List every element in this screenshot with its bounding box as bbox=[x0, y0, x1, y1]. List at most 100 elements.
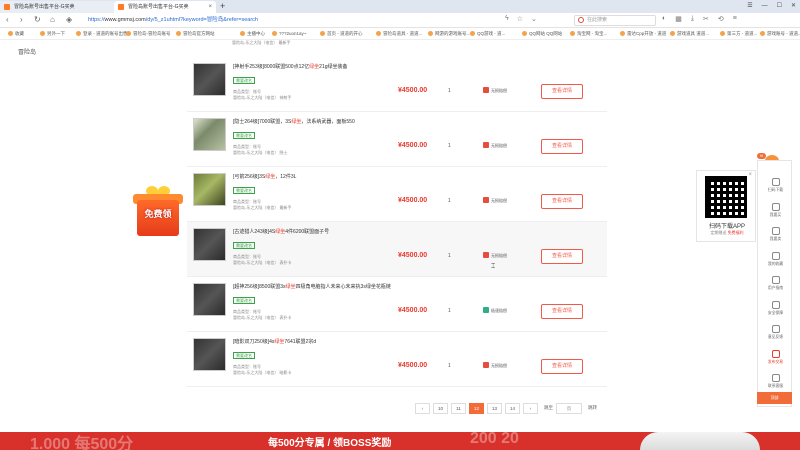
sidebar-item[interactable]: 我要买 bbox=[758, 200, 793, 224]
top-meta: 冒险岛-乐之大陆（电信） 最新手 bbox=[232, 40, 291, 45]
bookmark-item[interactable]: 淘宝网 - 淘宝... bbox=[570, 30, 607, 37]
sidebar-item[interactable]: 意见反馈 bbox=[758, 322, 793, 346]
prev-page-button[interactable]: ‹ bbox=[415, 403, 430, 414]
bookmark-item[interactable]: 网游的游戏账号... bbox=[428, 30, 470, 37]
forward-icon[interactable]: › bbox=[20, 15, 23, 24]
bookmark-item[interactable]: 主播中心 bbox=[240, 30, 265, 37]
bookmark-item[interactable]: 第三方 - 道道... bbox=[720, 30, 757, 37]
history-icon[interactable]: ⟲ bbox=[718, 15, 724, 23]
listing-row[interactable]: [超神256级]8500联盟3s绿坐四极角电脑指人未来心未来执3s绿坐花瓶链 需要… bbox=[187, 277, 607, 332]
tab-close-icon[interactable]: × bbox=[208, 1, 212, 13]
next-page-button[interactable]: › bbox=[523, 403, 538, 414]
sidebar-item[interactable]: 用户指南 bbox=[758, 273, 793, 297]
sidebar-item[interactable]: 安全保障 bbox=[758, 298, 793, 322]
listing-title[interactable]: [超神256级]8500联盟3s绿坐四极角电脑指人未来心未来执3s绿坐花瓶链 bbox=[233, 284, 403, 291]
tab-inactive[interactable]: 冒险岛账号出售平台-G买卖 bbox=[0, 1, 114, 13]
page-button[interactable]: 11 bbox=[451, 403, 466, 414]
listing-quantity: 1 bbox=[448, 308, 451, 314]
bookmark-favicon-icon bbox=[720, 31, 725, 36]
extension-icon[interactable]: ◐ bbox=[662, 15, 666, 23]
bookmark-item[interactable]: 冒险岛官方网站 bbox=[176, 30, 215, 37]
listing-title[interactable]: [神射手253级]8000联盟500点12亿绿坐21g绿坐装备 bbox=[233, 64, 403, 71]
qr-close-icon[interactable]: × bbox=[748, 172, 752, 178]
listing-title[interactable]: [弓箭256级]3S绿坐，12件3L bbox=[233, 174, 403, 181]
sidebar-item[interactable]: 我要卖 bbox=[758, 224, 793, 248]
download-icon[interactable]: ⤓ bbox=[691, 15, 694, 23]
more-icon[interactable]: ≡ bbox=[733, 15, 737, 23]
listing-thumbnail[interactable] bbox=[193, 63, 226, 96]
close-window-icon[interactable]: ✕ bbox=[791, 0, 796, 13]
bookmark-item[interactable]: QQ游戏 - 道... bbox=[470, 30, 505, 37]
home-icon[interactable]: ⌂ bbox=[50, 15, 55, 24]
bookmark-label: 网游的游戏账号... bbox=[435, 31, 471, 36]
page-button[interactable]: 10 bbox=[433, 403, 448, 414]
grid-icon[interactable]: ▦ bbox=[675, 15, 682, 23]
listing-thumbnail[interactable] bbox=[193, 173, 226, 206]
page-button[interactable]: 13 bbox=[487, 403, 502, 414]
view-details-button[interactable]: 查看详情 bbox=[541, 84, 583, 99]
qr-code bbox=[705, 176, 747, 218]
sidebar-item-label: 安全保障 bbox=[767, 310, 784, 315]
listing-title[interactable]: [暗影双刀250级]4s绿坐7641联盟2宗d bbox=[233, 339, 403, 346]
star-icon[interactable]: ☆ bbox=[517, 15, 523, 23]
minimize-icon[interactable]: — bbox=[762, 0, 768, 13]
bookmark-item[interactable]: 雷达Cpp开放 - 道道 bbox=[620, 30, 666, 37]
url-domain: www.gmmsj.com bbox=[104, 17, 146, 23]
back-icon[interactable]: ‹ bbox=[6, 15, 9, 24]
page-button-active[interactable]: 12 bbox=[469, 403, 484, 414]
bookmark-item[interactable]: ???2uon1ay~ bbox=[272, 30, 306, 37]
bookmark-item[interactable]: 冒险岛-冒险岛账号 bbox=[126, 30, 171, 37]
bookmark-item[interactable]: QQ网站 QQ网站 bbox=[522, 30, 562, 37]
reload-icon[interactable]: ↻ bbox=[34, 15, 41, 24]
bookmark-item[interactable]: 游戏账号 - 道道... bbox=[760, 30, 800, 37]
lightning-icon[interactable]: ϟ bbox=[505, 15, 509, 23]
bookmark-label: 首页 - 道道的开心 bbox=[327, 31, 363, 36]
menu-icon[interactable]: ☰ bbox=[747, 0, 752, 13]
listing-thumbnail[interactable] bbox=[193, 283, 226, 316]
listing-row[interactable]: [古迹猎人243级]4S绿坐4件6200联盟面子号 需要改名 商品类型：账号 冒险岛-… bbox=[187, 222, 607, 277]
view-details-button[interactable]: 查看详情 bbox=[541, 304, 583, 319]
chevron-down-icon[interactable]: ⌄ bbox=[531, 15, 537, 23]
page-button[interactable]: 14 bbox=[505, 403, 520, 414]
bookmark-item[interactable]: 登录 - 道道的账号出售 bbox=[76, 30, 128, 37]
listing-title[interactable]: [隐士264级]7000联盟，3S绿坐，法系纳武器，面板550 bbox=[233, 119, 403, 126]
banner-ghost-text: 200 20 bbox=[470, 432, 519, 447]
bookmark-item[interactable]: 冒险岛道具 - 道道... bbox=[376, 30, 422, 37]
tab-active[interactable]: 冒险岛账号出售平台-G买卖 × bbox=[114, 1, 216, 13]
bookmark-favicon-icon bbox=[240, 31, 245, 36]
listing-thumbnail[interactable] bbox=[193, 228, 226, 261]
listing-meta-type: 商品类型：账号 bbox=[233, 144, 261, 149]
listing-thumbnail[interactable] bbox=[193, 118, 226, 151]
bookmark-label: QQ游戏 - 道... bbox=[477, 31, 506, 36]
maximize-icon[interactable]: ☐ bbox=[777, 0, 782, 13]
sidebar-item[interactable]: 我的收藏 bbox=[758, 249, 793, 273]
goto-button[interactable]: 跳转 bbox=[588, 405, 597, 411]
bookmark-item[interactable]: 另外一下 bbox=[40, 30, 65, 37]
listing-thumbnail[interactable] bbox=[193, 338, 226, 371]
cut-icon[interactable]: ✂ bbox=[703, 15, 709, 23]
listing-row[interactable]: [弓箭256级]3S绿坐，12件3L 需要改名 商品类型：账号 冒险岛-乐之大陆（电信… bbox=[187, 167, 607, 222]
back-to-top-button[interactable]: 顶部 bbox=[757, 392, 792, 404]
listing-row[interactable]: [暗影双刀250级]4s绿坐7641联盟2宗d 需要改名 商品类型：账号 冒险岛-乐之… bbox=[187, 332, 607, 387]
banner-text: 每500分专属 / 领BOSS奖励 bbox=[268, 438, 392, 449]
listing-row[interactable]: [隐士264级]7000联盟，3S绿坐，法系纳武器，面板550 需要改名 商品类型：… bbox=[187, 112, 607, 167]
search-input[interactable]: 在此搜索 bbox=[574, 15, 656, 26]
sidebar-item[interactable]: 发布交易 bbox=[758, 347, 793, 371]
sidebar-item[interactable]: 扫码下载 bbox=[758, 175, 793, 199]
listing-title[interactable]: [古迹猎人243级]4S绿坐4件6200联盟面子号 bbox=[233, 229, 403, 236]
goto-page-input[interactable]: 页 bbox=[556, 403, 582, 414]
url-field[interactable]: https://www.gmmsj.com/dy/5_z1uhtml?keywo… bbox=[88, 15, 498, 26]
site-logo[interactable]: 冒险岛 bbox=[18, 47, 36, 56]
view-details-button[interactable]: 查看详情 bbox=[541, 139, 583, 154]
view-details-button[interactable]: 查看详情 bbox=[541, 359, 583, 374]
new-tab-button[interactable]: + bbox=[220, 0, 225, 13]
bookmark-item[interactable]: 首页 - 道道的开心 bbox=[320, 30, 363, 37]
bookmark-item[interactable]: 收藏 bbox=[8, 30, 24, 37]
view-details-button[interactable]: 查看详情 bbox=[541, 249, 583, 264]
listing-meta-server: 冒险岛-乐之大陆（电信） 隐士 bbox=[233, 150, 288, 155]
promo-banner[interactable]: 1.000 每500分 每500分专属 / 领BOSS奖励 200 20 bbox=[0, 432, 800, 450]
free-gift-button[interactable]: 免费领 bbox=[133, 186, 183, 238]
listing-row[interactable]: [神射手253级]8000联盟500点12亿绿坐21g绿坐装备 需要改名 商品类型：… bbox=[187, 57, 607, 112]
view-details-button[interactable]: 查看详情 bbox=[541, 194, 583, 209]
bookmark-item[interactable]: 游戏道具 道道... bbox=[670, 30, 709, 37]
